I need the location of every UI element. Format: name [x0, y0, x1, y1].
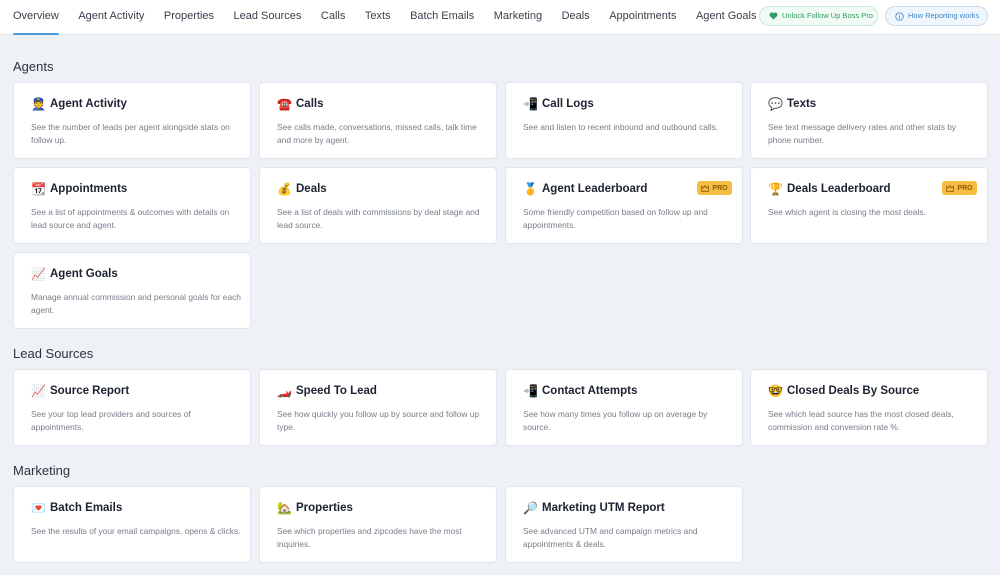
card-title: Call Logs [542, 98, 594, 110]
report-card-speed-to-lead[interactable]: 🏎️ Speed To Lead See how quickly you fol… [260, 370, 496, 445]
how-reporting-works-button[interactable]: How Reporting works [885, 6, 988, 26]
report-card-agent-goals[interactable]: 📈 Agent Goals Manage annual commission a… [14, 253, 250, 328]
report-card-calls[interactable]: ☎️ Calls See calls made, conversations, … [260, 83, 496, 158]
police-officer-icon: 👮 [31, 97, 46, 111]
tab-agent-activity[interactable]: Agent Activity [78, 0, 144, 35]
report-card-deals[interactable]: 💰 Deals See a list of deals with commiss… [260, 168, 496, 243]
card-title: Deals Leaderboard [787, 183, 891, 195]
card-description: See which lead source has the most close… [768, 409, 954, 432]
pro-badge-label: PRO [957, 184, 973, 192]
card-title: Calls [296, 98, 324, 110]
race-car-icon: 🏎️ [277, 384, 292, 398]
tab-agent-goals[interactable]: Agent Goals [696, 0, 757, 35]
report-card-texts[interactable]: 💬 Texts See text message delivery rates … [751, 83, 987, 158]
card-title: Properties [296, 502, 353, 514]
card-title: Closed Deals By Source [787, 385, 920, 397]
tab-texts[interactable]: Texts [365, 0, 391, 35]
report-tabs: Overview Agent Activity Properties Lead … [13, 0, 776, 35]
tab-properties[interactable]: Properties [164, 0, 214, 35]
tab-calls[interactable]: Calls [321, 0, 345, 35]
card-title: Marketing UTM Report [542, 502, 665, 514]
card-description: Manage annual commission and personal go… [31, 292, 241, 315]
card-description: See the number of leads per agent alongs… [31, 122, 230, 145]
card-description: See a list of appointments & outcomes wi… [31, 207, 230, 230]
info-icon [895, 11, 904, 21]
unlock-pro-button[interactable]: Unlock Follow Up Boss Pro [759, 6, 878, 26]
card-description: See a list of deals with commissions by … [277, 207, 480, 230]
card-description: See the results of your email campaigns,… [31, 526, 241, 536]
money-bag-icon: 💰 [277, 182, 292, 196]
section-title-marketing: Marketing [13, 463, 71, 478]
nerd-face-icon: 🤓 [768, 384, 783, 398]
unlock-pro-label: Unlock Follow Up Boss Pro [782, 11, 873, 20]
medal-icon: 🥇 [523, 182, 538, 196]
card-title: Agent Leaderboard [542, 183, 648, 195]
card-description: Some friendly competition based on follo… [523, 207, 708, 230]
speech-bubble-icon: 💬 [768, 97, 783, 111]
card-description: See text message delivery rates and othe… [768, 122, 957, 145]
report-card-batch-emails[interactable]: 💌 Batch Emails See the results of your e… [14, 487, 250, 562]
report-card-agent-activity[interactable]: 👮 Agent Activity See the number of leads… [14, 83, 250, 158]
heart-icon [769, 12, 778, 20]
magnifying-glass-icon: 🔎 [523, 501, 538, 515]
card-title: Speed To Lead [296, 385, 377, 397]
report-card-source-report[interactable]: 📈 Source Report See your top lead provid… [14, 370, 250, 445]
telephone-icon: ☎️ [277, 97, 292, 111]
card-title: Appointments [50, 183, 128, 195]
tab-marketing[interactable]: Marketing [494, 0, 542, 35]
top-nav-bar: Overview Agent Activity Properties Lead … [0, 0, 1000, 35]
section-title-lead-sources: Lead Sources [13, 346, 94, 361]
crown-icon [701, 184, 710, 192]
how-reporting-label: How Reporting works [908, 11, 980, 20]
phone-arrow-icon: 📲 [523, 97, 538, 111]
report-card-marketing-utm-report[interactable]: 🔎 Marketing UTM Report See advanced UTM … [506, 487, 742, 562]
calendar-icon: 📆 [31, 182, 46, 196]
card-title: Source Report [50, 385, 130, 397]
pro-badge: PRO [697, 181, 732, 195]
card-description: See advanced UTM and campaign metrics an… [523, 526, 698, 549]
tab-appointments[interactable]: Appointments [609, 0, 676, 35]
card-description: See which agent is closing the most deal… [768, 207, 926, 217]
card-title: Deals [296, 183, 327, 195]
card-description: See and listen to recent inbound and out… [523, 122, 719, 132]
tab-batch-emails[interactable]: Batch Emails [410, 0, 474, 35]
report-card-contact-attempts[interactable]: 📲 Contact Attempts See how many times yo… [506, 370, 742, 445]
tab-overview[interactable]: Overview [13, 0, 59, 35]
report-card-properties[interactable]: 🏡 Properties See which properties and zi… [260, 487, 496, 562]
section-title-agents: Agents [13, 59, 54, 74]
report-card-appointments[interactable]: 📆 Appointments See a list of appointment… [14, 168, 250, 243]
card-description: See how quickly you follow up by source … [277, 409, 480, 432]
chart-increasing-icon: 📈 [31, 384, 46, 398]
card-title: Texts [787, 98, 817, 110]
card-title: Batch Emails [50, 502, 123, 514]
card-title: Contact Attempts [542, 385, 638, 397]
card-description: See which properties and zipcodes have t… [277, 526, 462, 549]
house-garden-icon: 🏡 [277, 501, 292, 515]
pro-badge-label: PRO [712, 184, 728, 192]
crown-icon [946, 184, 955, 192]
card-title: Agent Goals [50, 268, 118, 280]
report-card-deals-leaderboard[interactable]: 🏆 Deals Leaderboard PRO See which agent … [751, 168, 987, 243]
card-title: Agent Activity [50, 98, 127, 110]
card-description: See your top lead providers and sources … [31, 409, 191, 432]
love-letter-icon: 💌 [31, 501, 46, 515]
phone-arrow-icon: 📲 [523, 384, 538, 398]
report-card-closed-deals-by-source[interactable]: 🤓 Closed Deals By Source See which lead … [751, 370, 987, 445]
tab-lead-sources[interactable]: Lead Sources [234, 0, 302, 35]
tab-deals[interactable]: Deals [562, 0, 590, 35]
report-card-call-logs[interactable]: 📲 Call Logs See and listen to recent inb… [506, 83, 742, 158]
pro-badge: PRO [942, 181, 977, 195]
chart-increasing-icon: 📈 [31, 267, 46, 281]
card-description: See calls made, conversations, missed ca… [277, 122, 477, 145]
trophy-icon: 🏆 [768, 182, 783, 196]
card-description: See how many times you follow up on aver… [523, 409, 708, 432]
report-card-agent-leaderboard[interactable]: 🥇 Agent Leaderboard PRO Some friendly co… [506, 168, 742, 243]
